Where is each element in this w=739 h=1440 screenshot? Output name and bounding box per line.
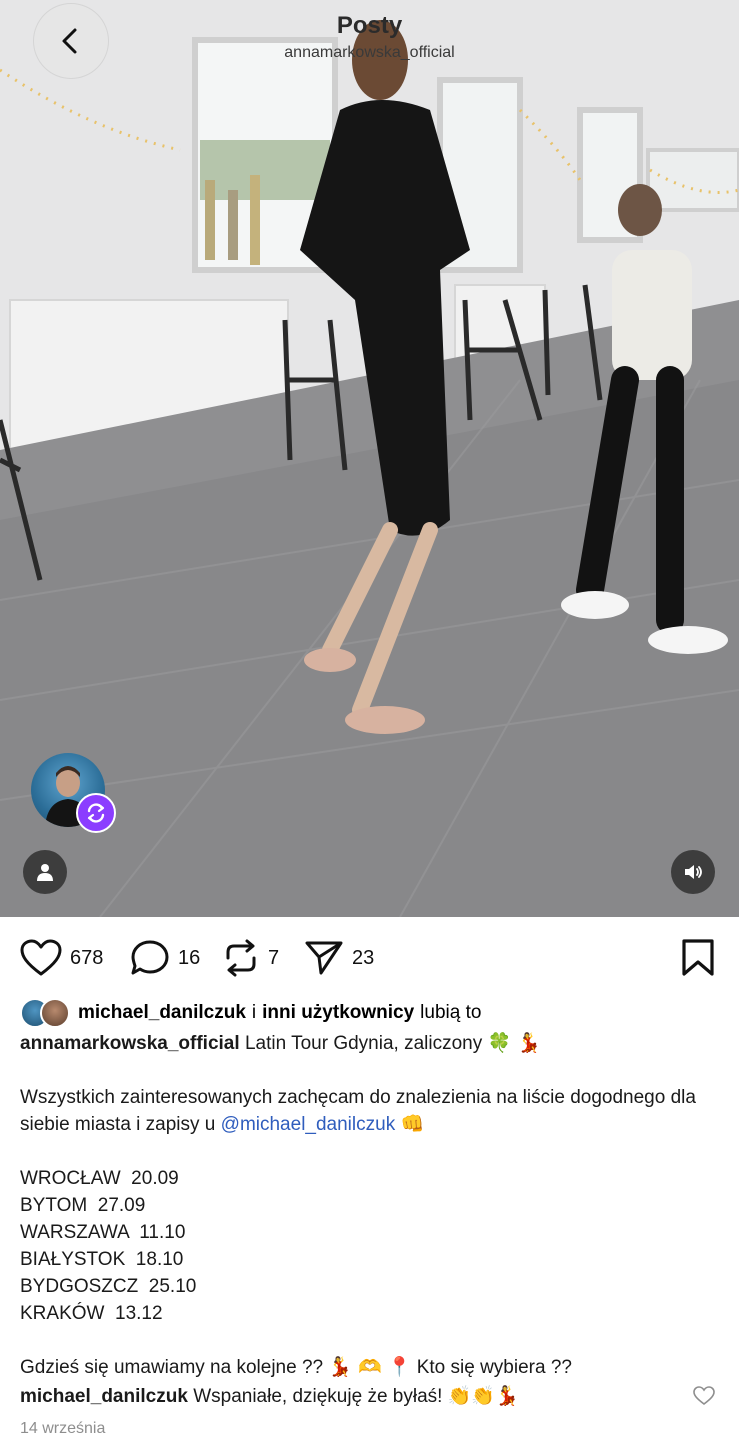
- mention-link[interactable]: @michael_danilczuk: [221, 1114, 396, 1135]
- repost-arrows-icon: [226, 939, 256, 977]
- post-caption: annamarkowska_official Latin Tour Gdynia…: [20, 1030, 720, 1381]
- heart-icon: [20, 939, 62, 976]
- repost-count: 7: [268, 946, 280, 969]
- dance-studio-photo: [0, 0, 739, 917]
- caption-closing: Gdzieś się umawiamy na kolejne ??: [20, 1357, 324, 1378]
- schedule-item: KRAKÓW 13.12: [20, 1303, 163, 1324]
- caption-closing: Kto się wybiera ??: [416, 1357, 572, 1378]
- tagged-people-button[interactable]: [23, 850, 67, 894]
- comment-emoji: 👏👏💃: [447, 1385, 519, 1407]
- send-paper-plane-icon: [305, 941, 343, 975]
- schedule-item: BYTOM 27.09: [20, 1195, 146, 1216]
- liked-by-suffix: lubią to: [420, 1002, 482, 1023]
- repost-icon: [87, 803, 105, 823]
- caption-line-1: Latin Tour Gdynia, zaliczony: [244, 1033, 483, 1054]
- caption-emoji: 👊: [400, 1113, 425, 1135]
- comment-button[interactable]: 16: [130, 936, 200, 980]
- caption-author[interactable]: annamarkowska_official: [20, 1033, 240, 1054]
- comment-bubble-icon: [131, 940, 169, 975]
- comment-author[interactable]: michael_danilczuk: [20, 1386, 188, 1407]
- caption-emoji: 🍀 💃: [487, 1032, 541, 1054]
- schedule-item: BYDGOSZCZ 25.10: [20, 1276, 197, 1297]
- account-username[interactable]: annamarkowska_official: [0, 44, 739, 62]
- repost-button[interactable]: 7: [222, 936, 279, 980]
- share-count: 23: [352, 946, 375, 969]
- comment-like-button[interactable]: [693, 1386, 715, 1411]
- share-button[interactable]: 23: [304, 936, 374, 980]
- liked-by-user[interactable]: michael_danilczuk: [78, 1002, 246, 1024]
- schedule-item: WROCŁAW 20.09: [20, 1168, 179, 1189]
- page-title: Posty: [336, 12, 403, 39]
- repost-badge: [76, 793, 116, 833]
- back-button[interactable]: [33, 3, 109, 79]
- post-date: 14 września: [20, 1420, 106, 1437]
- sound-toggle-button[interactable]: [671, 850, 715, 894]
- liked-by-others[interactable]: inni użytkownicy: [262, 1002, 414, 1024]
- liked-by-connector: i: [251, 1002, 257, 1023]
- comment-text: Wspaniałe, dziękuję że byłaś!: [193, 1386, 443, 1407]
- person-icon: [37, 864, 53, 881]
- save-button[interactable]: [680, 938, 716, 983]
- bookmark-icon: [682, 939, 714, 976]
- chevron-left-icon: [62, 28, 77, 54]
- caption-emoji: 💃 🫶 📍: [328, 1356, 412, 1378]
- post-media[interactable]: Posty annamarkowska_official: [0, 0, 739, 917]
- post-header: Posty annamarkowska_official: [0, 0, 739, 80]
- heart-icon: [693, 1386, 715, 1406]
- like-button[interactable]: 678: [20, 936, 103, 980]
- schedule-item: BIAŁYSTOK 18.10: [20, 1249, 184, 1270]
- liked-by-row[interactable]: michael_danilczuk i inni użytkownicy lub…: [20, 998, 481, 1028]
- comment-count: 16: [178, 946, 201, 969]
- top-comment[interactable]: michael_danilczuk Wspaniałe, dziękuję że…: [20, 1383, 519, 1410]
- post-actions: 678 16 7 23: [0, 930, 739, 986]
- speaker-icon: [685, 865, 702, 879]
- liker-avatar: [40, 998, 70, 1028]
- like-count: 678: [70, 946, 104, 969]
- schedule-item: WARSZAWA 11.10: [20, 1222, 186, 1243]
